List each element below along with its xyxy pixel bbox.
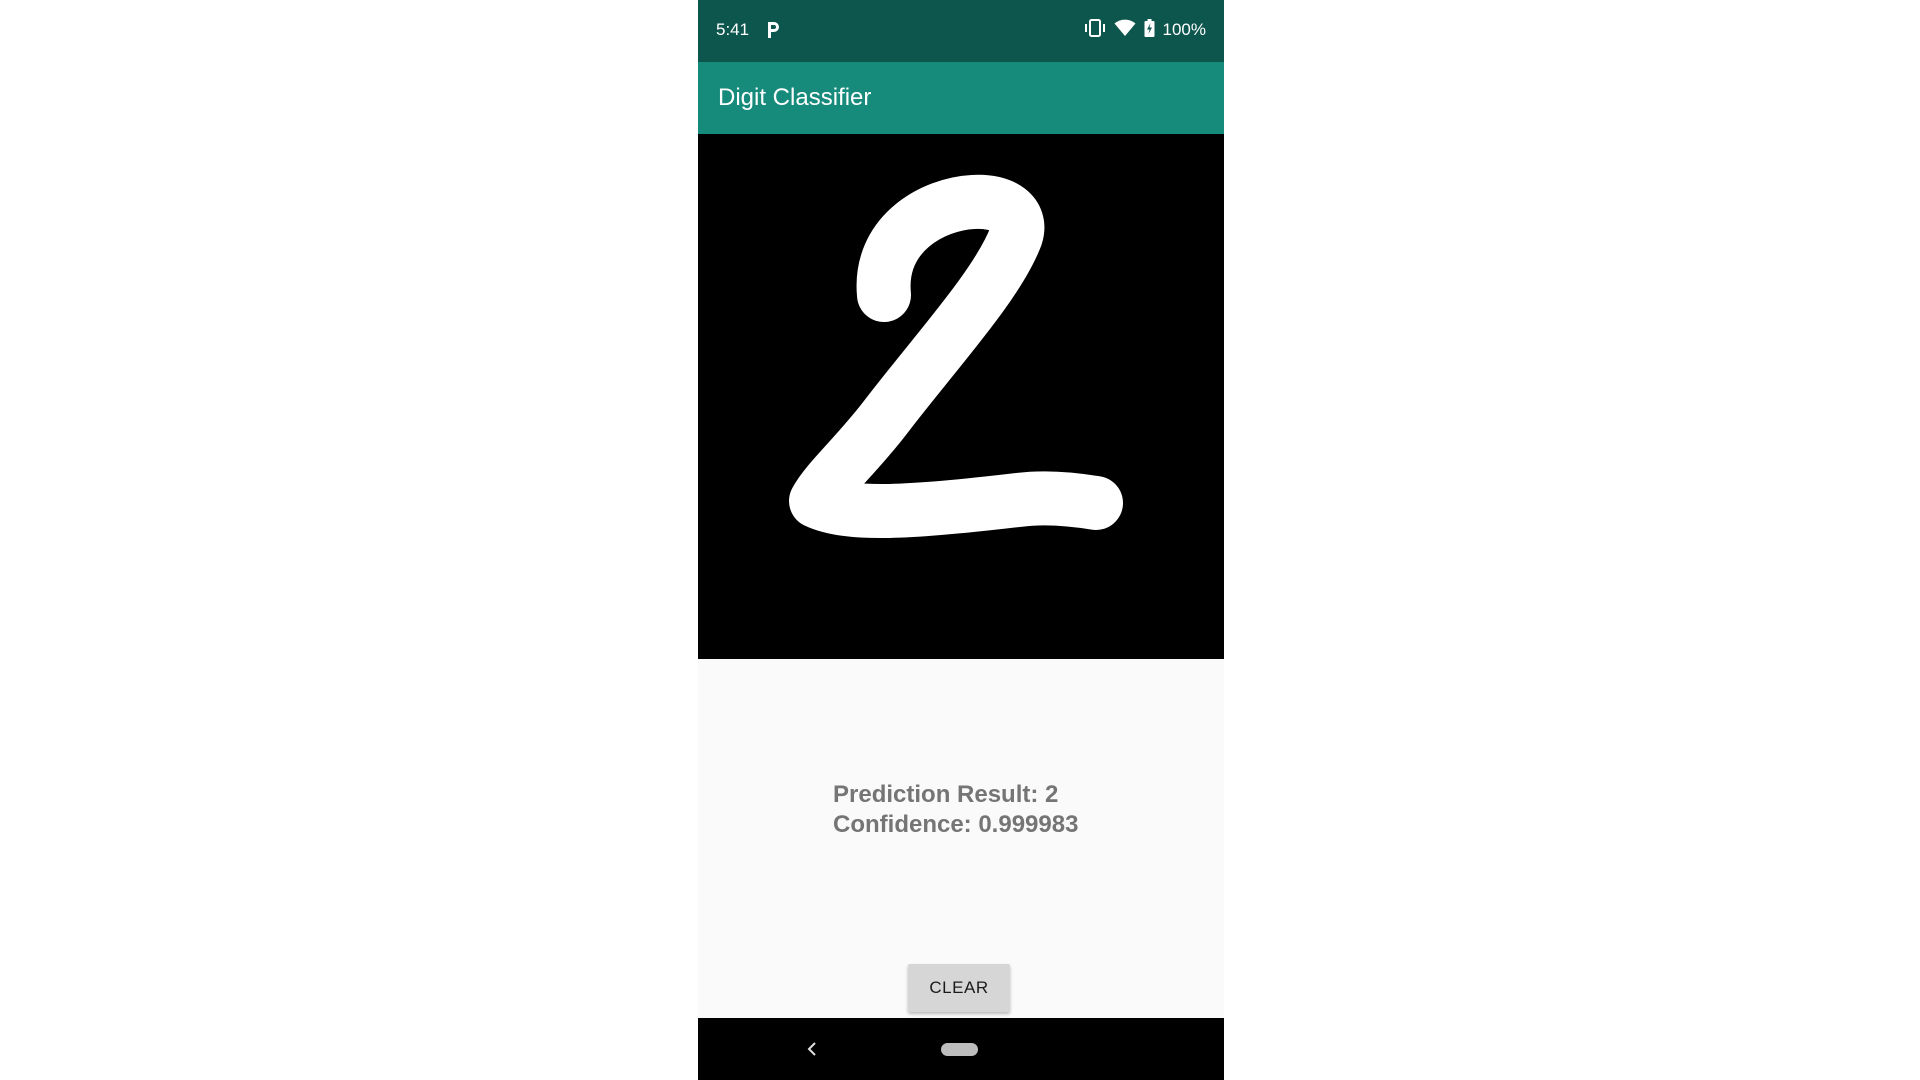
prediction-result: Prediction Result: 2 Confidence: 0.99998…	[833, 780, 1078, 840]
status-time: 5:41	[716, 20, 750, 39]
back-chevron-icon[interactable]	[805, 1040, 819, 1058]
status-bar: 5:41 100%	[698, 0, 1224, 62]
app-bar: Digit Classifier	[698, 62, 1224, 134]
prediction-text: Prediction Result: 2	[833, 781, 1059, 808]
vibrate-icon	[1084, 18, 1106, 42]
phone-screen: 5:41 100% Digit Classifier Prediction Re…	[698, 0, 1224, 1080]
navigation-bar	[698, 1018, 1224, 1080]
p-icon	[765, 21, 781, 39]
drawing-canvas[interactable]	[698, 134, 1224, 659]
clear-button[interactable]: CLEAR	[908, 964, 1010, 1012]
battery-level: 100%	[1162, 20, 1206, 39]
status-icons: 100%	[1084, 18, 1206, 42]
home-pill-icon[interactable]	[941, 1043, 978, 1056]
drawn-digit-stroke	[789, 174, 1123, 539]
app-title: Digit Classifier	[718, 84, 872, 111]
battery-charging-icon	[1144, 18, 1155, 42]
wifi-icon	[1114, 19, 1136, 42]
confidence-text: Confidence: 0.999983	[833, 811, 1079, 838]
